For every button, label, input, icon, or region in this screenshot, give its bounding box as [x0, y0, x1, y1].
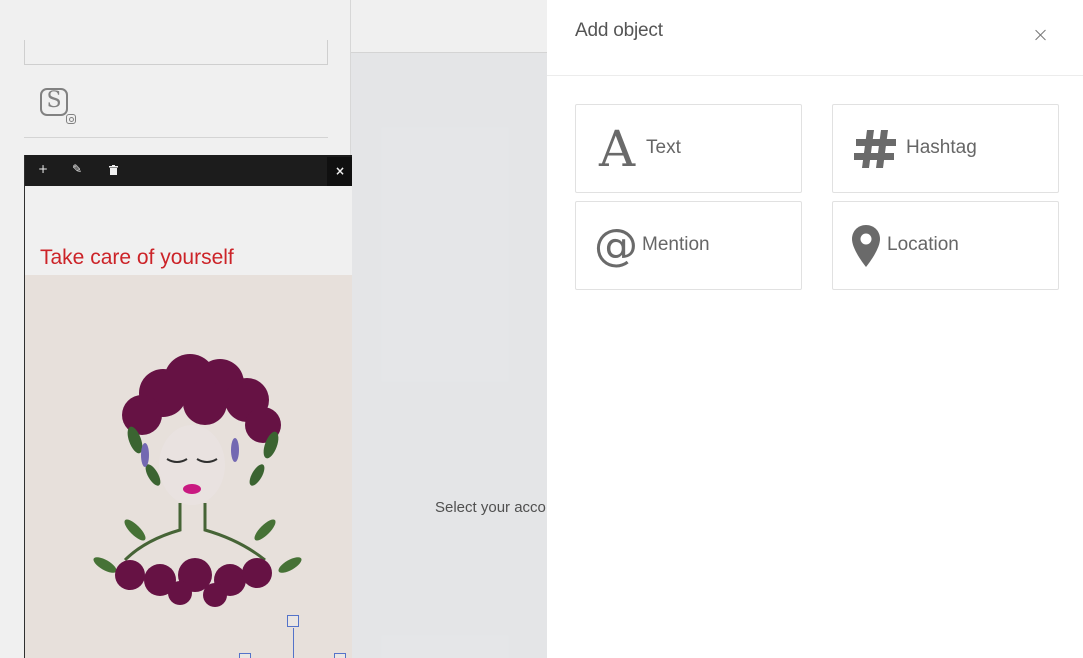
map-pin-icon	[851, 220, 881, 272]
option-label: Mention	[642, 234, 710, 255]
option-label: Hashtag	[906, 137, 977, 158]
add-object-panel: Add object A Text Hashtag @ Mention Loca…	[547, 0, 1083, 658]
modal-title: Add object	[575, 20, 663, 41]
add-text-option[interactable]: A Text	[575, 104, 802, 193]
letter-a-icon: A	[598, 120, 636, 178]
close-icon[interactable]	[1031, 25, 1051, 45]
option-label: Text	[646, 137, 681, 158]
option-label: Location	[887, 234, 959, 255]
add-location-option[interactable]: Location	[832, 201, 1059, 290]
hashtag-icon	[853, 123, 899, 175]
modal-header: Add object	[547, 0, 1083, 76]
at-sign-icon: @	[594, 220, 638, 271]
add-mention-option[interactable]: @ Mention	[575, 201, 802, 290]
add-hashtag-option[interactable]: Hashtag	[832, 104, 1059, 193]
